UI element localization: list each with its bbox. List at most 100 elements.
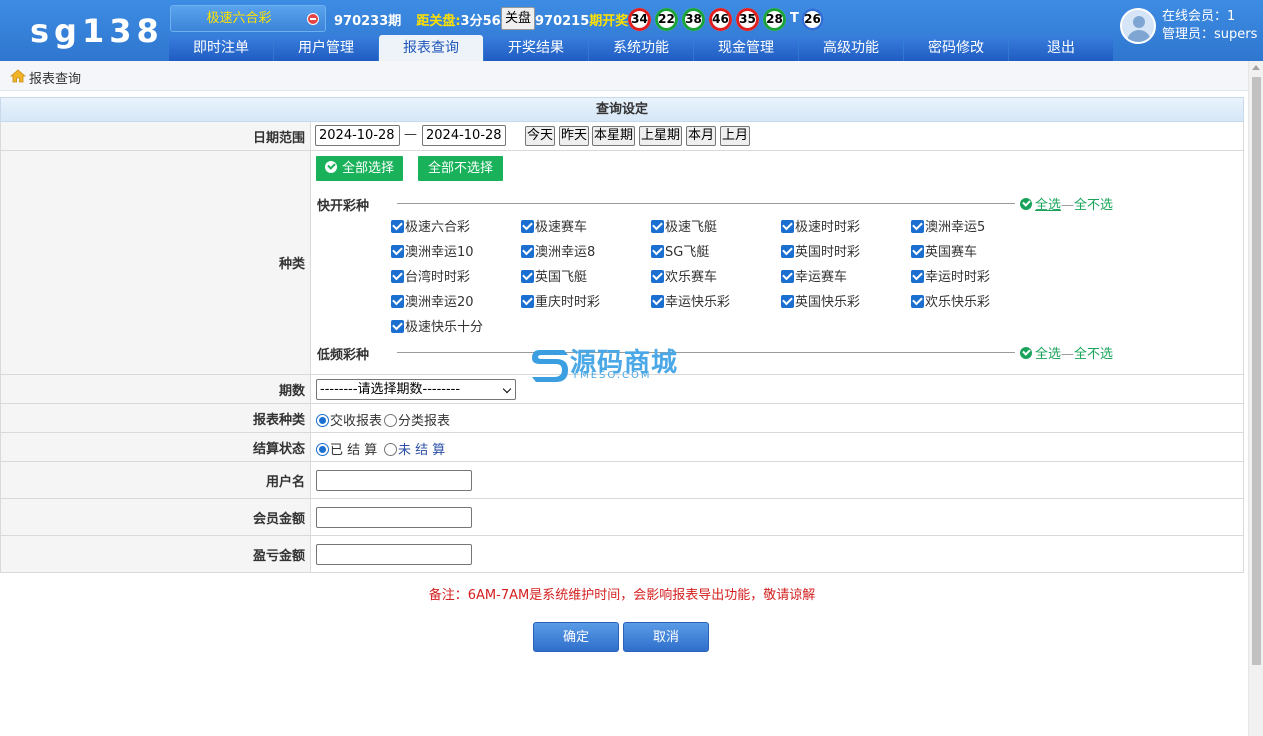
profit-amount-input[interactable] bbox=[316, 544, 472, 565]
game-checkbox[interactable]: 极速时时彩 bbox=[781, 216, 860, 235]
dash: — bbox=[1061, 198, 1075, 213]
this-month-button[interactable]: 本月 bbox=[686, 126, 716, 146]
game-checkbox[interactable]: 英国快乐彩 bbox=[781, 291, 860, 310]
radio-selected[interactable] bbox=[316, 443, 329, 456]
close-market-button[interactable]: 关盘 bbox=[501, 7, 535, 30]
date-from-input[interactable]: 2024-10-28 bbox=[315, 125, 400, 146]
today-button[interactable]: 今天 bbox=[525, 126, 555, 146]
game-label: 幸运快乐彩 bbox=[665, 295, 731, 310]
checkbox[interactable] bbox=[391, 220, 404, 233]
checkbox[interactable] bbox=[911, 295, 924, 308]
nav-item-system[interactable]: 系统功能 bbox=[589, 35, 693, 61]
game-label: 澳洲幸运20 bbox=[405, 295, 474, 310]
checkbox[interactable] bbox=[911, 220, 924, 233]
checkbox[interactable] bbox=[391, 270, 404, 283]
radio-selected[interactable] bbox=[316, 414, 329, 427]
checkbox[interactable] bbox=[521, 245, 534, 258]
radio-label: 未 结 算 bbox=[398, 443, 446, 458]
radio[interactable] bbox=[384, 414, 397, 427]
fast-select-none-link[interactable]: 全不选 bbox=[1074, 198, 1113, 213]
game-checkbox[interactable]: 英国时时彩 bbox=[781, 241, 860, 260]
slow-select-none-link[interactable]: 全不选 bbox=[1074, 347, 1113, 362]
nav-item-password[interactable]: 密码修改 bbox=[904, 35, 1008, 61]
game-label: 重庆时时彩 bbox=[535, 295, 601, 310]
game-checkbox[interactable]: 极速六合彩 bbox=[391, 216, 470, 235]
game-checkbox[interactable]: 极速快乐十分 bbox=[391, 316, 484, 335]
username-input[interactable] bbox=[316, 470, 472, 491]
date-to-input[interactable]: 2024-10-28 bbox=[422, 125, 506, 146]
select-all-button[interactable]: 全部选择 bbox=[316, 156, 403, 181]
game-checkbox[interactable]: 幸运赛车 bbox=[781, 266, 847, 285]
scrollbar-thumb[interactable] bbox=[1252, 77, 1261, 665]
game-checkbox[interactable]: 幸运时时彩 bbox=[911, 266, 990, 285]
checkbox[interactable] bbox=[391, 245, 404, 258]
nav-item-advanced[interactable]: 高级功能 bbox=[799, 35, 903, 61]
nav-item-logout[interactable]: 退出 bbox=[1009, 35, 1113, 61]
checkbox[interactable] bbox=[781, 245, 794, 258]
report-type-settlement-radio[interactable]: 交收报表 bbox=[316, 410, 382, 429]
game-checkbox[interactable]: 极速赛车 bbox=[521, 216, 587, 235]
unsettled-radio[interactable]: 未 结 算 bbox=[384, 439, 445, 458]
nav-item-user-management[interactable]: 用户管理 bbox=[274, 35, 378, 61]
game-checkbox[interactable]: SG飞艇 bbox=[651, 241, 710, 260]
checkbox[interactable] bbox=[521, 220, 534, 233]
slow-select-all-link[interactable]: 全选 bbox=[1035, 347, 1061, 362]
deselect-all-button[interactable]: 全部不选择 bbox=[418, 156, 503, 181]
game-checkbox[interactable]: 台湾时时彩 bbox=[391, 266, 471, 285]
last-month-button[interactable]: 上月 bbox=[720, 126, 750, 146]
member-amount-row: 会员金额 bbox=[0, 499, 1244, 536]
game-checkbox[interactable]: 欢乐快乐彩 bbox=[911, 291, 990, 310]
checkbox[interactable] bbox=[651, 220, 664, 233]
checkbox[interactable] bbox=[391, 295, 404, 308]
date-separator: — bbox=[404, 127, 417, 142]
yesterday-button[interactable]: 昨天 bbox=[559, 126, 589, 146]
game-selector[interactable]: 极速六合彩 bbox=[170, 5, 326, 32]
report-type-category-radio[interactable]: 分类报表 bbox=[384, 410, 450, 429]
page-scrollbar[interactable] bbox=[1248, 61, 1263, 736]
game-checkbox[interactable]: 极速飞艇 bbox=[651, 216, 717, 235]
game-checkbox[interactable]: 英国赛车 bbox=[911, 241, 978, 260]
confirm-button[interactable]: 确定 bbox=[533, 622, 619, 652]
settle-status-label: 结算状态 bbox=[1, 433, 311, 461]
checkbox[interactable] bbox=[521, 270, 534, 283]
member-amount-input[interactable] bbox=[316, 507, 472, 528]
radio[interactable] bbox=[384, 443, 397, 456]
game-label: 台湾时时彩 bbox=[405, 270, 471, 285]
game-checkbox[interactable]: 欢乐赛车 bbox=[651, 266, 717, 285]
checkbox[interactable] bbox=[651, 295, 664, 308]
game-checkbox[interactable]: 重庆时时彩 bbox=[521, 291, 601, 310]
nav-item-reports[interactable]: 报表查询 bbox=[379, 35, 483, 61]
nav-item-cash[interactable]: 现金管理 bbox=[694, 35, 798, 61]
watermark-subtitle: YMESO.COM bbox=[572, 370, 652, 381]
game-checkbox[interactable]: 英国飞艇 bbox=[521, 266, 587, 285]
checkbox[interactable] bbox=[651, 245, 664, 258]
special-ball: 26 bbox=[801, 8, 824, 31]
fast-select-all-link[interactable]: 全选 bbox=[1035, 198, 1061, 213]
nav-item-draw-results[interactable]: 开奖结果 bbox=[484, 35, 588, 61]
game-checkbox[interactable]: 澳洲幸运5 bbox=[911, 216, 985, 235]
checkbox[interactable] bbox=[781, 295, 794, 308]
checkbox[interactable] bbox=[911, 270, 924, 283]
game-checkbox[interactable]: 澳洲幸运20 bbox=[391, 291, 474, 310]
game-label: SG飞艇 bbox=[665, 245, 710, 260]
cancel-button[interactable]: 取消 bbox=[623, 622, 709, 652]
checkbox[interactable] bbox=[781, 270, 794, 283]
issue-select[interactable]: --------请选择期数-------- bbox=[316, 379, 516, 400]
game-checkbox[interactable]: 澳洲幸运10 bbox=[391, 241, 474, 260]
checkbox[interactable] bbox=[651, 270, 664, 283]
game-checkbox[interactable]: 澳洲幸运8 bbox=[521, 241, 595, 260]
game-label: 英国赛车 bbox=[925, 245, 978, 260]
settled-radio[interactable]: 已 结 算 bbox=[316, 439, 377, 458]
scroll-up-icon[interactable] bbox=[1252, 65, 1260, 70]
member-amount-label: 会员金额 bbox=[1, 499, 311, 535]
checkbox[interactable] bbox=[391, 320, 404, 333]
last-week-button[interactable]: 上星期 bbox=[639, 126, 682, 146]
game-checkbox[interactable]: 幸运快乐彩 bbox=[651, 291, 731, 310]
checkbox[interactable] bbox=[911, 245, 924, 258]
game-label: 极速快乐十分 bbox=[405, 320, 484, 335]
nav-item-live-bets[interactable]: 即时注单 bbox=[169, 35, 273, 61]
breadcrumb-label: 报表查询 bbox=[29, 72, 82, 87]
checkbox[interactable] bbox=[781, 220, 794, 233]
checkbox[interactable] bbox=[521, 295, 534, 308]
this-week-button[interactable]: 本星期 bbox=[592, 126, 635, 146]
